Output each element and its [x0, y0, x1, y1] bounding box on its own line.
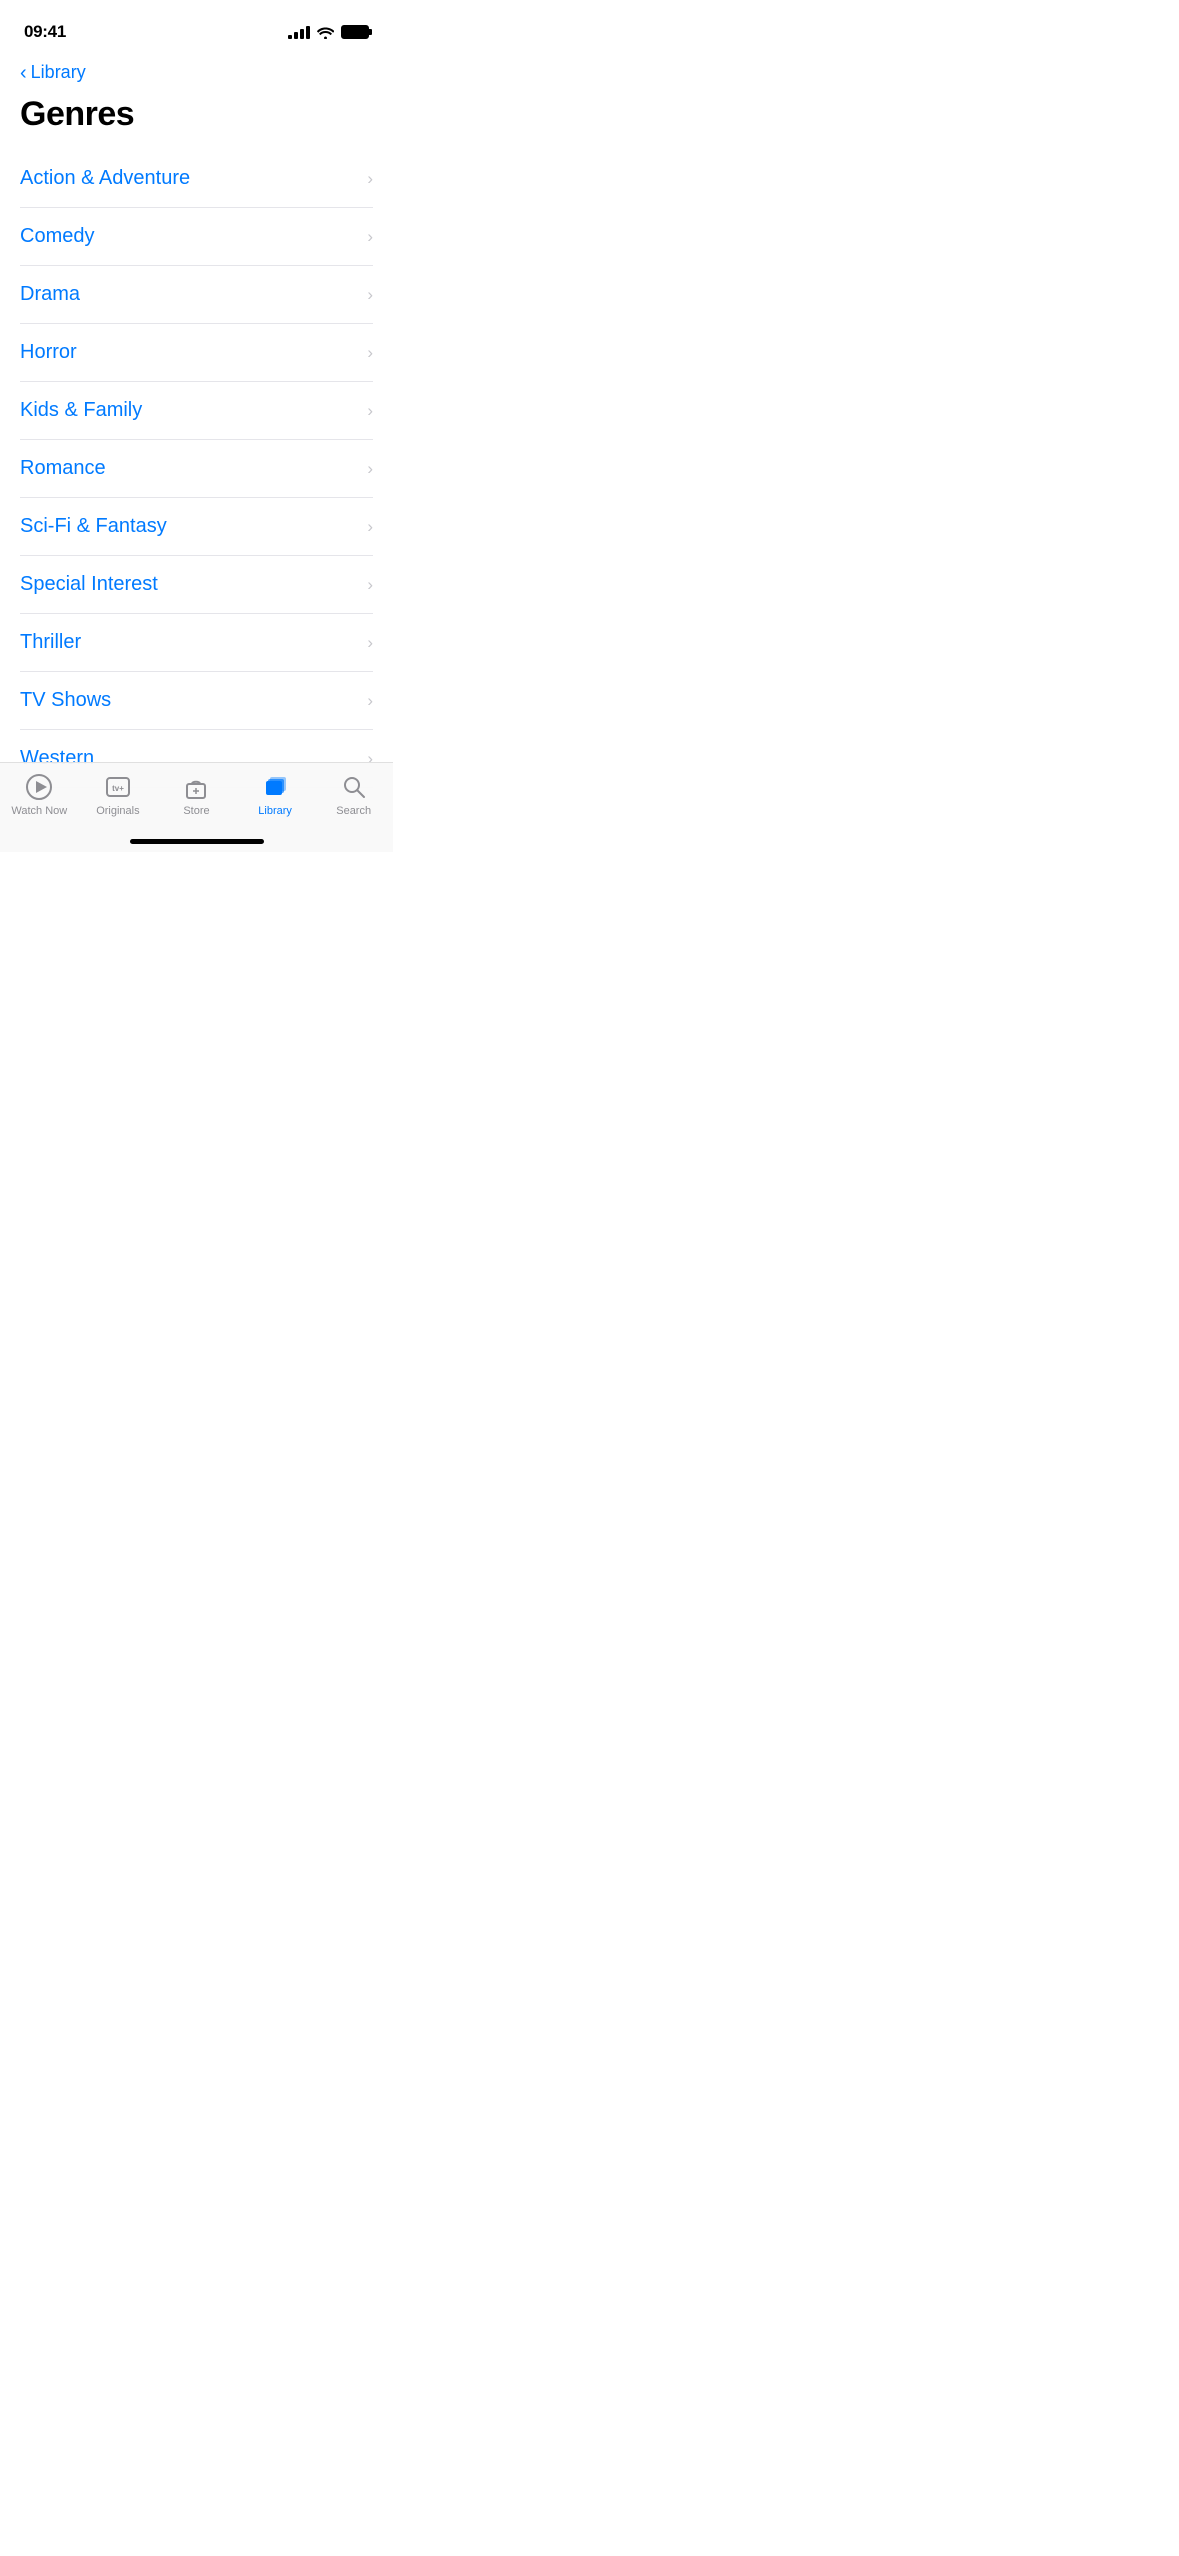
tab-store[interactable]: Store [166, 773, 226, 817]
originals-label: Originals [96, 805, 139, 817]
chevron-right-icon: › [367, 575, 373, 595]
genre-item[interactable]: TV Shows › [20, 672, 373, 730]
chevron-right-icon: › [367, 343, 373, 363]
signal-icon [288, 26, 310, 39]
genre-item[interactable]: Comedy › [20, 208, 373, 266]
store-icon [182, 773, 210, 801]
back-button[interactable]: ‹ Library [0, 50, 393, 91]
tab-library[interactable]: Library [245, 773, 305, 817]
chevron-right-icon: › [367, 169, 373, 189]
chevron-right-icon: › [367, 227, 373, 247]
status-time: 09:41 [24, 22, 66, 42]
status-icons [288, 25, 369, 39]
genre-name: Thriller [20, 631, 81, 654]
genre-item[interactable]: Horror › [20, 324, 373, 382]
search-icon [340, 773, 368, 801]
genre-name: Horror [20, 341, 77, 364]
genre-item[interactable]: Romance › [20, 440, 373, 498]
library-icon [261, 773, 289, 801]
chevron-right-icon: › [367, 633, 373, 653]
tab-originals[interactable]: tv+ Originals [88, 773, 148, 817]
genre-list: Action & Adventure › Comedy › Drama › Ho… [0, 150, 393, 788]
genre-item[interactable]: Kids & Family › [20, 382, 373, 440]
chevron-right-icon: › [367, 401, 373, 421]
genre-name: Kids & Family [20, 399, 142, 422]
page-title: Genres [0, 91, 393, 150]
home-indicator [130, 839, 264, 844]
watch-now-icon [25, 773, 53, 801]
battery-icon [341, 25, 369, 39]
search-label: Search [336, 805, 371, 817]
wifi-icon [317, 26, 334, 39]
watch-now-label: Watch Now [11, 805, 67, 817]
originals-icon: tv+ [104, 773, 132, 801]
genre-item[interactable]: Sci-Fi & Fantasy › [20, 498, 373, 556]
genre-name: Special Interest [20, 573, 158, 596]
library-label: Library [258, 805, 292, 817]
genre-name: Comedy [20, 225, 94, 248]
svg-text:tv+: tv+ [112, 784, 124, 793]
store-label: Store [183, 805, 209, 817]
chevron-right-icon: › [367, 517, 373, 537]
tab-search[interactable]: Search [324, 773, 384, 817]
chevron-right-icon: › [367, 459, 373, 479]
genre-name: Romance [20, 457, 106, 480]
back-label: Library [31, 62, 86, 83]
chevron-right-icon: › [367, 691, 373, 711]
genre-item[interactable]: Special Interest › [20, 556, 373, 614]
genre-item[interactable]: Thriller › [20, 614, 373, 672]
genre-item[interactable]: Drama › [20, 266, 373, 324]
genre-name: TV Shows [20, 689, 111, 712]
genre-item[interactable]: Action & Adventure › [20, 150, 373, 208]
genre-name: Sci-Fi & Fantasy [20, 515, 167, 538]
genre-name: Action & Adventure [20, 167, 190, 190]
chevron-right-icon: › [367, 285, 373, 305]
status-bar: 09:41 [0, 0, 393, 50]
back-chevron-icon: ‹ [20, 63, 27, 83]
tab-watch-now[interactable]: Watch Now [9, 773, 69, 817]
genre-name: Drama [20, 283, 80, 306]
